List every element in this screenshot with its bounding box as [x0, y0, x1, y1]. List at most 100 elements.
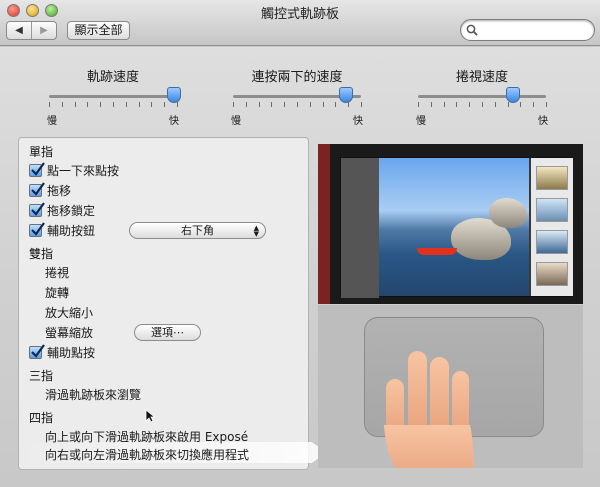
double-click-speed-thumb[interactable] — [338, 87, 353, 103]
four-finger-expose-label[interactable]: 向上或向下滑過軌跡板來啟用 Exposé — [45, 427, 248, 445]
checkmark-icon — [31, 161, 45, 176]
scroll-speed-title: 捲視速度 — [455, 70, 508, 85]
slider-tick-mark — [430, 102, 432, 107]
tracking-speed-thumb[interactable] — [167, 87, 182, 103]
scroll-speed-track[interactable] — [418, 87, 546, 103]
slider-tick-mark — [100, 102, 102, 107]
gesture-options-panel: 單指 點一下來點按 拖移 拖移鎖定 輔助按鈕 右下角 ▲ ▼ 雙指 捲視 旋轉 … — [18, 137, 327, 470]
four-fingers-heading: 四指 — [29, 410, 54, 425]
preview-lake-photo — [379, 158, 529, 296]
scroll-speed-slider-group: 捲視速度 慢 快 — [416, 66, 548, 127]
tap-to-click-row[interactable]: 點一下來點按 — [29, 161, 119, 179]
preview-menubar — [318, 137, 583, 144]
secondary-tap-checkbox[interactable] — [29, 343, 45, 359]
four-finger-switch-apps-label[interactable]: 向右或向左滑過軌跡板來切換應用程式 — [45, 445, 249, 463]
secondary-click-label: 輔助按鈕 — [47, 223, 96, 238]
slider-tick-mark — [520, 102, 522, 107]
preview-app-sidebar — [341, 158, 379, 298]
slider-tick-mark — [482, 102, 483, 107]
slider-tick-mark — [258, 102, 260, 107]
search-field[interactable] — [460, 19, 595, 41]
slider-tick-mark — [361, 102, 362, 107]
navigation-buttons: ◀ ▶ — [6, 21, 57, 40]
arrow-pointer-icon — [145, 409, 155, 423]
drag-lock-checkbox[interactable] — [29, 201, 45, 217]
search-input[interactable] — [481, 22, 589, 38]
slider-tick-mark — [335, 102, 337, 107]
slider-tick-mark — [164, 102, 166, 107]
scroll-speed-max-label: 快 — [538, 116, 548, 127]
two-finger-scroll-label: 捲視 — [45, 265, 70, 280]
back-button[interactable]: ◀ — [7, 22, 31, 39]
double-click-speed-slider-group: 連按兩下的速度 慢 快 — [231, 66, 363, 127]
slider-tick-mark — [74, 102, 76, 107]
preferences-content: 軌跡速度 慢 快 連按兩下的速度 慢 快 捲視速度 慢 快 單指 點一下來點按 … — [0, 47, 600, 487]
slider-tick-mark — [456, 102, 458, 107]
gesture-preview-screen — [318, 137, 583, 304]
tracking-speed-max-label: 快 — [169, 116, 179, 127]
slider-tick-mark — [507, 102, 509, 107]
slider-tick-mark — [443, 102, 445, 107]
slider-tick-mark — [151, 102, 153, 107]
slider-tick-mark — [469, 102, 471, 107]
one-finger-heading: 單指 — [29, 144, 54, 159]
double-click-speed-max-label: 快 — [353, 116, 363, 127]
drag-lock-row[interactable]: 拖移鎖定 — [29, 201, 95, 219]
checkmark-icon — [31, 221, 45, 236]
slider-tick-mark — [61, 102, 63, 107]
show-all-button[interactable]: 顯示全部 — [67, 21, 130, 40]
search-icon — [466, 24, 478, 36]
drag-lock-label: 拖移鎖定 — [47, 203, 96, 218]
tracking-speed-track[interactable] — [49, 87, 182, 103]
slider-tick-mark — [309, 102, 311, 107]
dragging-checkbox[interactable] — [29, 181, 45, 197]
slider-tick-mark — [233, 102, 234, 107]
slider-tick-mark — [284, 102, 286, 107]
slider-tick-mark — [49, 102, 50, 107]
secondary-click-corner-popup[interactable]: 右下角 ▲ ▼ — [129, 222, 266, 239]
two-fingers-heading: 雙指 — [29, 246, 54, 261]
checkmark-icon — [31, 201, 45, 216]
scroll-speed-thumb[interactable] — [505, 87, 520, 103]
preview-thumbnail — [536, 198, 568, 222]
secondary-click-checkbox[interactable] — [29, 221, 45, 237]
preview-rock-shape — [489, 198, 527, 228]
scroll-speed-min-label: 慢 — [416, 116, 426, 127]
preview-thumbnail — [536, 166, 568, 190]
dragging-label: 拖移 — [47, 183, 72, 198]
preview-thumbnail-strip — [531, 158, 573, 296]
tracking-speed-title: 軌跡速度 — [86, 70, 139, 85]
secondary-tap-label: 輔助點按 — [47, 345, 96, 360]
window-titlebar: 觸控式軌跡板 ◀ ▶ 顯示全部 — [0, 0, 600, 46]
screen-zoom-options-button[interactable]: 選項⋯ — [134, 324, 201, 341]
tap-to-click-checkbox[interactable] — [29, 161, 45, 177]
forward-button[interactable]: ▶ — [31, 22, 56, 39]
secondary-click-corner-value: 右下角 — [181, 224, 214, 237]
tracking-speed-ticks — [49, 102, 178, 110]
slider-tick-mark — [113, 102, 114, 107]
slider-tick-mark — [271, 102, 273, 107]
dragging-row[interactable]: 拖移 — [29, 181, 71, 199]
preview-thumbnail — [536, 230, 568, 254]
slider-tick-mark — [87, 102, 89, 107]
slider-tick-mark — [297, 102, 298, 107]
hand-icon — [384, 351, 474, 468]
slider-tick-mark — [138, 102, 140, 107]
preview-dock-strip — [318, 144, 330, 304]
three-fingers-heading: 三指 — [29, 368, 54, 383]
preview-thumbnail — [536, 262, 568, 286]
secondary-tap-row[interactable]: 輔助點按 — [29, 343, 95, 361]
screen-zoom-label: 螢幕縮放 — [45, 325, 94, 340]
secondary-click-row[interactable]: 輔助按鈕 右下角 ▲ ▼ — [29, 221, 289, 239]
scroll-speed-ticks — [418, 102, 547, 110]
two-finger-zoom-label: 放大縮小 — [45, 305, 94, 320]
checkmark-icon — [31, 343, 45, 358]
slider-tick-mark — [177, 102, 178, 107]
double-click-speed-min-label: 慢 — [231, 116, 241, 127]
slider-tick-mark — [546, 102, 547, 107]
trackpad-illustration — [318, 305, 583, 468]
double-click-speed-track[interactable] — [233, 87, 361, 103]
screen-zoom-row: 螢幕縮放 選項⋯ — [45, 323, 245, 341]
tracking-speed-slider-group: 軌跡速度 慢 快 — [47, 66, 182, 127]
three-finger-swipe-label: 滑過軌跡板來瀏覽 — [45, 387, 142, 402]
